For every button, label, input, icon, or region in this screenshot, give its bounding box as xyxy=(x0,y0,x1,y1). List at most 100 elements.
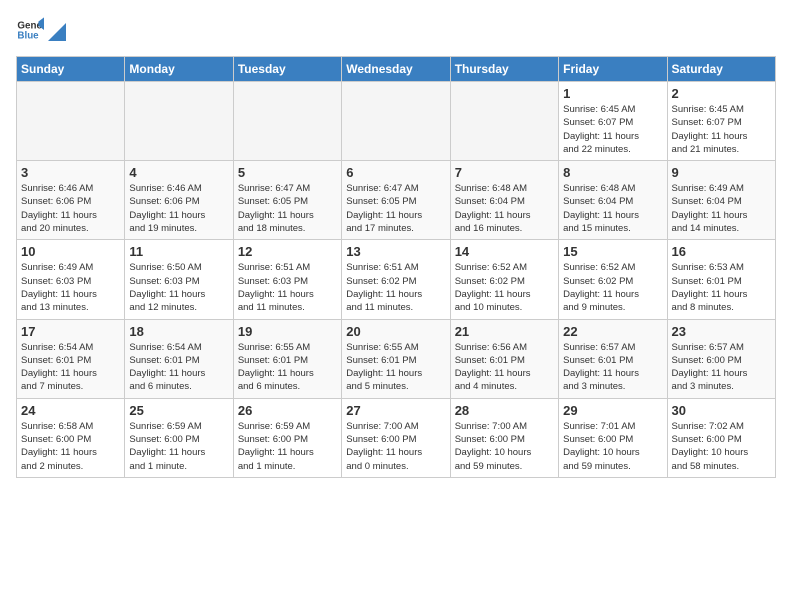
day-cell: 9 Sunrise: 6:49 AM Sunset: 6:04 PM Daylig… xyxy=(667,161,775,240)
day-cell xyxy=(342,82,450,161)
day-cell: 10 Sunrise: 6:49 AM Sunset: 6:03 PM Dayli… xyxy=(17,240,125,319)
day-cell: 3 Sunrise: 6:46 AM Sunset: 6:06 PM Daylig… xyxy=(17,161,125,240)
col-header-friday: Friday xyxy=(559,57,667,82)
day-number: 1 xyxy=(563,86,662,101)
svg-text:Blue: Blue xyxy=(17,30,39,41)
day-number: 18 xyxy=(129,324,228,339)
week-row-1: 1 Sunrise: 6:45 AM Sunset: 6:07 PM Daylig… xyxy=(17,82,776,161)
logo-icon: General Blue xyxy=(16,16,44,44)
day-cell: 17Sunrise: 6:54 AM Sunset: 6:01 PM Dayli… xyxy=(17,319,125,398)
day-number: 16 xyxy=(672,244,771,259)
day-cell: 23 Sunrise: 6:57 AM Sunset: 6:00 PM Dayli… xyxy=(667,319,775,398)
day-info: Sunrise: 6:46 AM Sunset: 6:06 PM Dayligh… xyxy=(21,182,120,235)
day-cell xyxy=(125,82,233,161)
col-header-tuesday: Tuesday xyxy=(233,57,341,82)
day-cell xyxy=(17,82,125,161)
day-cell: 20 Sunrise: 6:55 AM Sunset: 6:01 PM Dayli… xyxy=(342,319,450,398)
day-number: 28 xyxy=(455,403,554,418)
week-row-5: 24 Sunrise: 6:58 AM Sunset: 6:00 PM Dayli… xyxy=(17,398,776,477)
logo-triangle-icon xyxy=(48,23,66,41)
day-number: 15 xyxy=(563,244,662,259)
day-info: Sunrise: 7:02 AM Sunset: 6:00 PM Dayligh… xyxy=(672,420,771,473)
col-header-sunday: Sunday xyxy=(17,57,125,82)
day-number: 10 xyxy=(21,244,120,259)
day-info: Sunrise: 6:59 AM Sunset: 6:00 PM Dayligh… xyxy=(129,420,228,473)
day-info: Sunrise: 6:53 AM Sunset: 6:01 PM Dayligh… xyxy=(672,261,771,314)
day-number: 20 xyxy=(346,324,445,339)
day-cell: 7 Sunrise: 6:48 AM Sunset: 6:04 PM Daylig… xyxy=(450,161,558,240)
day-cell: 2 Sunrise: 6:45 AM Sunset: 6:07 PM Daylig… xyxy=(667,82,775,161)
week-row-3: 10 Sunrise: 6:49 AM Sunset: 6:03 PM Dayli… xyxy=(17,240,776,319)
day-cell: 13Sunrise: 6:51 AM Sunset: 6:02 PM Dayli… xyxy=(342,240,450,319)
day-number: 26 xyxy=(238,403,337,418)
day-cell: 5 Sunrise: 6:47 AM Sunset: 6:05 PM Daylig… xyxy=(233,161,341,240)
day-cell: 16 Sunrise: 6:53 AM Sunset: 6:01 PM Dayli… xyxy=(667,240,775,319)
day-cell: 1 Sunrise: 6:45 AM Sunset: 6:07 PM Daylig… xyxy=(559,82,667,161)
day-cell: 6 Sunrise: 6:47 AM Sunset: 6:05 PM Daylig… xyxy=(342,161,450,240)
day-info: Sunrise: 6:51 AM Sunset: 6:03 PM Dayligh… xyxy=(238,261,337,314)
day-cell: 22 Sunrise: 6:57 AM Sunset: 6:01 PM Dayli… xyxy=(559,319,667,398)
day-info: Sunrise: 6:59 AM Sunset: 6:00 PM Dayligh… xyxy=(238,420,337,473)
day-number: 2 xyxy=(672,86,771,101)
day-cell: 27 Sunrise: 7:00 AM Sunset: 6:00 PM Dayli… xyxy=(342,398,450,477)
day-cell: 8Sunrise: 6:48 AM Sunset: 6:04 PM Daylig… xyxy=(559,161,667,240)
day-number: 21 xyxy=(455,324,554,339)
col-header-thursday: Thursday xyxy=(450,57,558,82)
calendar-table: SundayMondayTuesdayWednesdayThursdayFrid… xyxy=(16,56,776,478)
day-number: 23 xyxy=(672,324,771,339)
day-cell: 30Sunrise: 7:02 AM Sunset: 6:00 PM Dayli… xyxy=(667,398,775,477)
day-cell: 26 Sunrise: 6:59 AM Sunset: 6:00 PM Dayli… xyxy=(233,398,341,477)
week-row-2: 3 Sunrise: 6:46 AM Sunset: 6:06 PM Daylig… xyxy=(17,161,776,240)
day-info: Sunrise: 7:00 AM Sunset: 6:00 PM Dayligh… xyxy=(455,420,554,473)
day-info: Sunrise: 6:56 AM Sunset: 6:01 PM Dayligh… xyxy=(455,341,554,394)
day-info: Sunrise: 6:52 AM Sunset: 6:02 PM Dayligh… xyxy=(455,261,554,314)
day-cell: 15 Sunrise: 6:52 AM Sunset: 6:02 PM Dayli… xyxy=(559,240,667,319)
col-header-wednesday: Wednesday xyxy=(342,57,450,82)
day-info: Sunrise: 6:49 AM Sunset: 6:04 PM Dayligh… xyxy=(672,182,771,235)
day-number: 4 xyxy=(129,165,228,180)
day-info: Sunrise: 6:45 AM Sunset: 6:07 PM Dayligh… xyxy=(563,103,662,156)
day-info: Sunrise: 6:50 AM Sunset: 6:03 PM Dayligh… xyxy=(129,261,228,314)
day-cell: 12 Sunrise: 6:51 AM Sunset: 6:03 PM Dayli… xyxy=(233,240,341,319)
day-cell: 18Sunrise: 6:54 AM Sunset: 6:01 PM Dayli… xyxy=(125,319,233,398)
day-info: Sunrise: 6:57 AM Sunset: 6:01 PM Dayligh… xyxy=(563,341,662,394)
day-number: 6 xyxy=(346,165,445,180)
day-info: Sunrise: 6:49 AM Sunset: 6:03 PM Dayligh… xyxy=(21,261,120,314)
day-cell: 4 Sunrise: 6:46 AM Sunset: 6:06 PM Daylig… xyxy=(125,161,233,240)
logo: General Blue xyxy=(16,16,66,44)
day-cell: 24 Sunrise: 6:58 AM Sunset: 6:00 PM Dayli… xyxy=(17,398,125,477)
day-info: Sunrise: 6:46 AM Sunset: 6:06 PM Dayligh… xyxy=(129,182,228,235)
day-number: 24 xyxy=(21,403,120,418)
day-cell xyxy=(233,82,341,161)
day-info: Sunrise: 6:47 AM Sunset: 6:05 PM Dayligh… xyxy=(346,182,445,235)
day-info: Sunrise: 6:45 AM Sunset: 6:07 PM Dayligh… xyxy=(672,103,771,156)
day-info: Sunrise: 6:58 AM Sunset: 6:00 PM Dayligh… xyxy=(21,420,120,473)
day-number: 12 xyxy=(238,244,337,259)
day-info: Sunrise: 6:48 AM Sunset: 6:04 PM Dayligh… xyxy=(563,182,662,235)
day-info: Sunrise: 6:57 AM Sunset: 6:00 PM Dayligh… xyxy=(672,341,771,394)
day-info: Sunrise: 6:52 AM Sunset: 6:02 PM Dayligh… xyxy=(563,261,662,314)
page-header: General Blue xyxy=(16,16,776,44)
day-cell: 19Sunrise: 6:55 AM Sunset: 6:01 PM Dayli… xyxy=(233,319,341,398)
day-info: Sunrise: 6:47 AM Sunset: 6:05 PM Dayligh… xyxy=(238,182,337,235)
day-cell xyxy=(450,82,558,161)
day-cell: 25 Sunrise: 6:59 AM Sunset: 6:00 PM Dayli… xyxy=(125,398,233,477)
day-number: 27 xyxy=(346,403,445,418)
day-number: 9 xyxy=(672,165,771,180)
day-info: Sunrise: 6:51 AM Sunset: 6:02 PM Dayligh… xyxy=(346,261,445,314)
day-number: 19 xyxy=(238,324,337,339)
day-number: 11 xyxy=(129,244,228,259)
day-info: Sunrise: 7:01 AM Sunset: 6:00 PM Dayligh… xyxy=(563,420,662,473)
day-info: Sunrise: 6:55 AM Sunset: 6:01 PM Dayligh… xyxy=(346,341,445,394)
day-info: Sunrise: 6:48 AM Sunset: 6:04 PM Dayligh… xyxy=(455,182,554,235)
day-number: 22 xyxy=(563,324,662,339)
week-row-4: 17Sunrise: 6:54 AM Sunset: 6:01 PM Dayli… xyxy=(17,319,776,398)
day-info: Sunrise: 7:00 AM Sunset: 6:00 PM Dayligh… xyxy=(346,420,445,473)
day-number: 25 xyxy=(129,403,228,418)
day-number: 3 xyxy=(21,165,120,180)
day-number: 14 xyxy=(455,244,554,259)
day-number: 7 xyxy=(455,165,554,180)
col-header-monday: Monday xyxy=(125,57,233,82)
day-cell: 11 Sunrise: 6:50 AM Sunset: 6:03 PM Dayli… xyxy=(125,240,233,319)
day-number: 5 xyxy=(238,165,337,180)
